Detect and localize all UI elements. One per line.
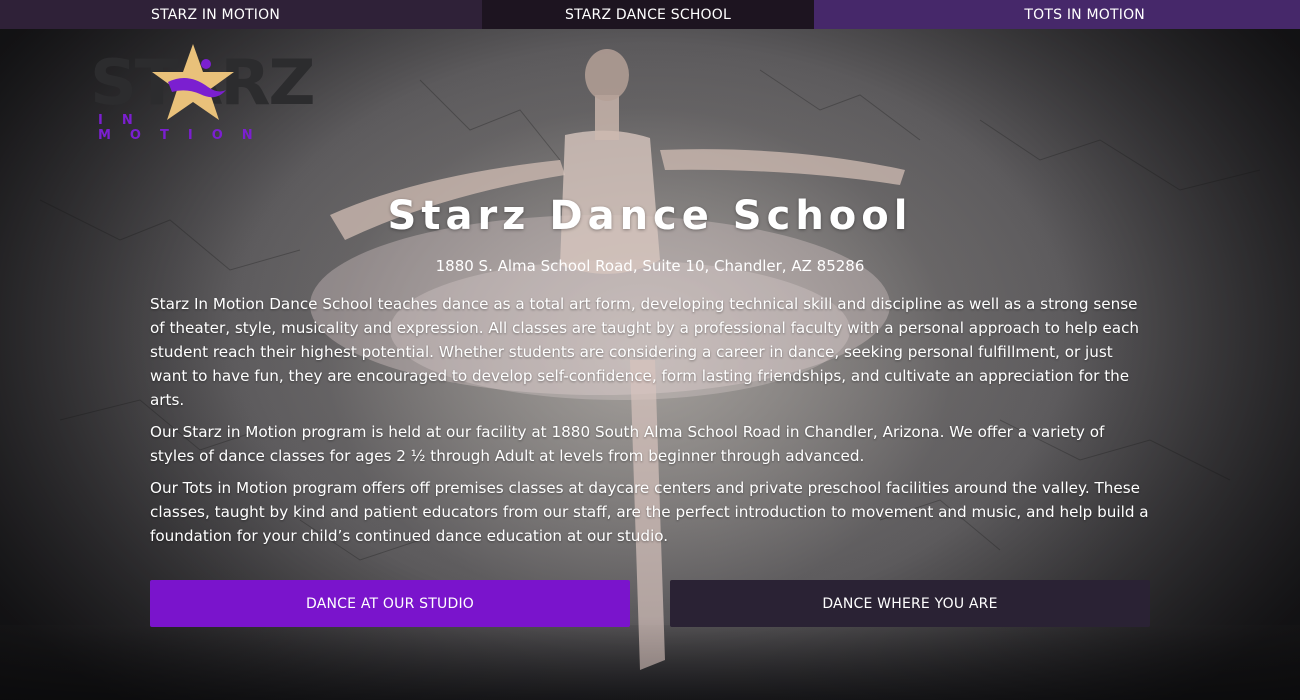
page-title: Starz Dance School (387, 193, 913, 239)
dance-where-you-are-button[interactable]: DANCE WHERE YOU ARE (670, 580, 1150, 627)
tots-paragraph: Our Tots in Motion program offers off pr… (150, 479, 1149, 545)
top-navigation: STARZ IN MOTION STARZ DANCE SCHOOL TOTS … (0, 0, 1300, 29)
starz-logo[interactable]: STARZ IN MOTION (90, 42, 316, 143)
nav-starz-in-motion[interactable]: STARZ IN MOTION (0, 0, 483, 29)
hero-content: Starz Dance School 1880 S. Alma School R… (150, 190, 1150, 556)
nav-tots-in-motion[interactable]: TOTS IN MOTION (813, 0, 1300, 29)
nav-starz-dance-school[interactable]: STARZ DANCE SCHOOL (482, 0, 814, 29)
cta-buttons: DANCE AT OUR STUDIO DANCE WHERE YOU ARE (150, 580, 1150, 627)
program-paragraph: Our Starz in Motion program is held at o… (150, 423, 1105, 465)
dance-at-studio-button[interactable]: DANCE AT OUR STUDIO (150, 580, 630, 627)
intro-paragraph: Starz In Motion Dance School teaches dan… (150, 295, 1140, 409)
school-address: 1880 S. Alma School Road, Suite 10, Chan… (435, 257, 865, 275)
logo-subtitle: IN MOTION (98, 113, 272, 143)
star-icon (152, 44, 234, 120)
